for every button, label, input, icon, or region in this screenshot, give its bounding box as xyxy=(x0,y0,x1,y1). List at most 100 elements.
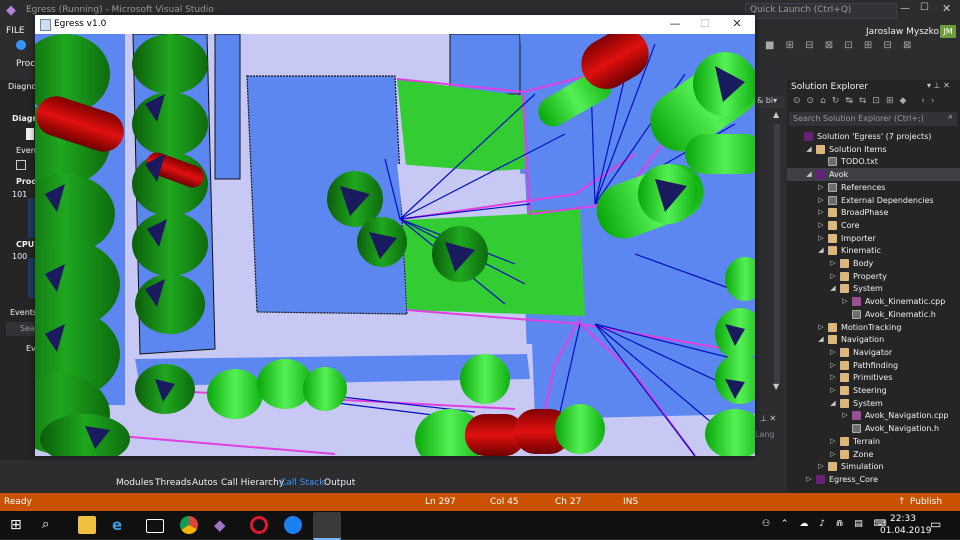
opera-icon[interactable] xyxy=(250,516,268,534)
tree-item[interactable]: ▷ Core xyxy=(787,219,960,232)
tab-call-stack[interactable]: Call Stack xyxy=(280,478,325,488)
tree-item[interactable]: ◢ Navigation xyxy=(787,333,960,346)
tree-item[interactable]: ◢ Kinematic xyxy=(787,244,960,257)
collapsed-arrow-icon[interactable]: ▷ xyxy=(829,346,837,359)
collapsed-arrow-icon[interactable]: ▷ xyxy=(817,194,825,207)
tree-item[interactable]: ▷ BroadPhase xyxy=(787,206,960,219)
tree-item[interactable]: ▷ Avok_Navigation.cpp xyxy=(787,409,960,422)
publish-button[interactable]: Publish xyxy=(910,497,942,507)
scroll-down-icon[interactable]: ▼ xyxy=(773,382,779,391)
tab-modules[interactable]: Modules xyxy=(116,478,153,488)
collapsed-arrow-icon[interactable]: ▷ xyxy=(829,257,837,270)
collapsed-arrow-icon[interactable]: ▷ xyxy=(817,219,825,232)
tab-call-hierarchy[interactable]: Call Hierarchy xyxy=(221,478,284,488)
quick-launch-input[interactable]: Quick Launch (Ctrl+Q) xyxy=(745,3,897,19)
tree-item[interactable]: ▷ Property xyxy=(787,270,960,283)
pause-icon[interactable] xyxy=(16,160,26,170)
nav-back-icon[interactable] xyxy=(16,40,26,50)
edge-icon[interactable]: e xyxy=(112,516,130,534)
tree-item[interactable]: ◢ Solution Items xyxy=(787,143,960,156)
collapsed-arrow-icon[interactable]: ▷ xyxy=(829,435,837,448)
menu-file[interactable]: FILE xyxy=(6,26,25,36)
egress-maximize-button[interactable]: ☐ xyxy=(695,17,715,31)
egress-title-bar[interactable]: Egress v1.0 — ☐ ✕ xyxy=(35,15,755,34)
collapsed-arrow-icon[interactable]: ▷ xyxy=(841,409,849,422)
tree-item[interactable]: ◢ System xyxy=(787,397,960,410)
tree-item[interactable]: ▷ External Dependencies xyxy=(787,194,960,207)
collapsed-arrow-icon[interactable]: ▷ xyxy=(805,473,813,486)
tree-item[interactable]: ▷ Simulation xyxy=(787,460,960,473)
panel-controls[interactable]: ▾ ⊥ ✕ xyxy=(927,81,950,90)
pin-icon[interactable]: ⊥ ✕ xyxy=(760,414,776,423)
visual-studio-icon[interactable]: ◆ xyxy=(214,516,232,534)
user-name[interactable]: Jaroslaw Myszko xyxy=(866,27,939,37)
tree-item[interactable]: ▷ MotionTracking xyxy=(787,321,960,334)
diag-toolbar[interactable] xyxy=(26,128,34,140)
scrollbar-thumb[interactable] xyxy=(774,124,780,384)
simulation-viewport[interactable] xyxy=(35,34,755,456)
collapsed-arrow-icon[interactable]: ▷ xyxy=(829,359,837,372)
tree-item[interactable]: Avok_Navigation.h xyxy=(787,422,960,435)
collapsed-arrow-icon[interactable]: ▷ xyxy=(817,206,825,219)
expanded-arrow-icon[interactable]: ◢ xyxy=(805,143,813,156)
se-toolbar[interactable]: ⊙⊙⌂↻↹⇆⊡⊞◆ ‹› xyxy=(793,96,958,110)
tree-item[interactable]: ▷ Avok_Kinematic.cpp xyxy=(787,295,960,308)
tree-item[interactable]: ▷ Navigator xyxy=(787,346,960,359)
egress-close-button[interactable]: ✕ xyxy=(727,17,747,31)
windows-start-icon[interactable]: ⊞ xyxy=(10,516,28,534)
expanded-arrow-icon[interactable]: ◢ xyxy=(829,282,837,295)
expanded-arrow-icon[interactable]: ◢ xyxy=(817,333,825,346)
tree-item[interactable]: TODO.txt xyxy=(787,155,960,168)
tree-item[interactable]: ▷ Importer xyxy=(787,232,960,245)
collapsed-arrow-icon[interactable]: ▷ xyxy=(829,371,837,384)
tree-item[interactable]: ▷ Steering xyxy=(787,384,960,397)
tree-item[interactable]: ▷ Body xyxy=(787,257,960,270)
dropdown-stub[interactable]: & bi▾ xyxy=(757,96,785,108)
tab-threads[interactable]: Threads xyxy=(155,478,191,488)
cpu-label: CPU xyxy=(16,240,35,249)
tree-item[interactable]: ▷ References xyxy=(787,181,960,194)
tree-item[interactable]: ▷ Terrain xyxy=(787,435,960,448)
chrome-icon[interactable] xyxy=(180,516,198,534)
search-icon[interactable]: ⌕ xyxy=(42,516,60,534)
toolbar-icons[interactable]: ■ ⊞ ⊟ ⊠ ⊡ ⊞ ⊟ ⊠ xyxy=(765,40,915,51)
mail-icon[interactable] xyxy=(146,519,164,533)
tree-item[interactable]: ▷ Egress_Core xyxy=(787,473,960,486)
tree-item[interactable]: ▷ Pathfinding xyxy=(787,359,960,372)
events-search[interactable]: Sea xyxy=(6,322,35,336)
tree-item[interactable]: Solution 'Egress' (7 projects) xyxy=(787,130,960,143)
tree-item[interactable]: ◢ Avok xyxy=(787,168,960,182)
tree-item[interactable]: ◢ System xyxy=(787,282,960,295)
tree-item[interactable]: ▷ Zone xyxy=(787,448,960,461)
collapsed-arrow-icon[interactable]: ▷ xyxy=(817,321,825,334)
file-explorer-icon[interactable] xyxy=(78,516,96,534)
system-tray-icons[interactable]: ⚇ ⌃ ☁ ♪ ⋒ ▤ ⌨ xyxy=(762,519,891,529)
collapsed-arrow-icon[interactable]: ▷ xyxy=(817,232,825,245)
tab-output[interactable]: Output xyxy=(324,478,355,488)
events-tab[interactable]: Events xyxy=(10,308,37,317)
collapsed-arrow-icon[interactable]: ▷ xyxy=(841,295,849,308)
vs-restore-button[interactable]: ☐ xyxy=(920,2,929,13)
expanded-arrow-icon[interactable]: ◢ xyxy=(829,397,837,410)
tab-autos[interactable]: Autos xyxy=(192,478,218,488)
tree-item[interactable]: ▷ Primitives xyxy=(787,371,960,384)
egress-minimize-button[interactable]: — xyxy=(665,17,685,31)
tree-item[interactable]: Avok_Kinematic.h xyxy=(787,308,960,321)
clock-time[interactable]: 22:33 xyxy=(890,514,916,524)
scroll-up-icon[interactable]: ▲ xyxy=(773,110,779,119)
collapsed-arrow-icon[interactable]: ▷ xyxy=(817,460,825,473)
collapsed-arrow-icon[interactable]: ▷ xyxy=(817,181,825,194)
expanded-arrow-icon[interactable]: ◢ xyxy=(817,244,825,257)
messenger-icon[interactable] xyxy=(284,516,302,534)
collapsed-arrow-icon[interactable]: ▷ xyxy=(829,448,837,461)
se-search-input[interactable]: Search Solution Explorer (Ctrl+;) ⌕ xyxy=(789,112,957,126)
collapsed-arrow-icon[interactable]: ▷ xyxy=(829,384,837,397)
vs-close-button[interactable]: ✕ xyxy=(942,2,951,15)
vs-minimize-button[interactable]: — xyxy=(900,3,910,14)
notifications-icon[interactable]: ▭ xyxy=(930,517,941,531)
clock-date[interactable]: 01.04.2019 xyxy=(880,526,932,536)
collapsed-arrow-icon[interactable]: ▷ xyxy=(829,270,837,283)
user-avatar[interactable]: JM xyxy=(940,25,956,38)
expanded-arrow-icon[interactable]: ◢ xyxy=(805,168,813,181)
egress-app-icon[interactable] xyxy=(313,512,341,540)
